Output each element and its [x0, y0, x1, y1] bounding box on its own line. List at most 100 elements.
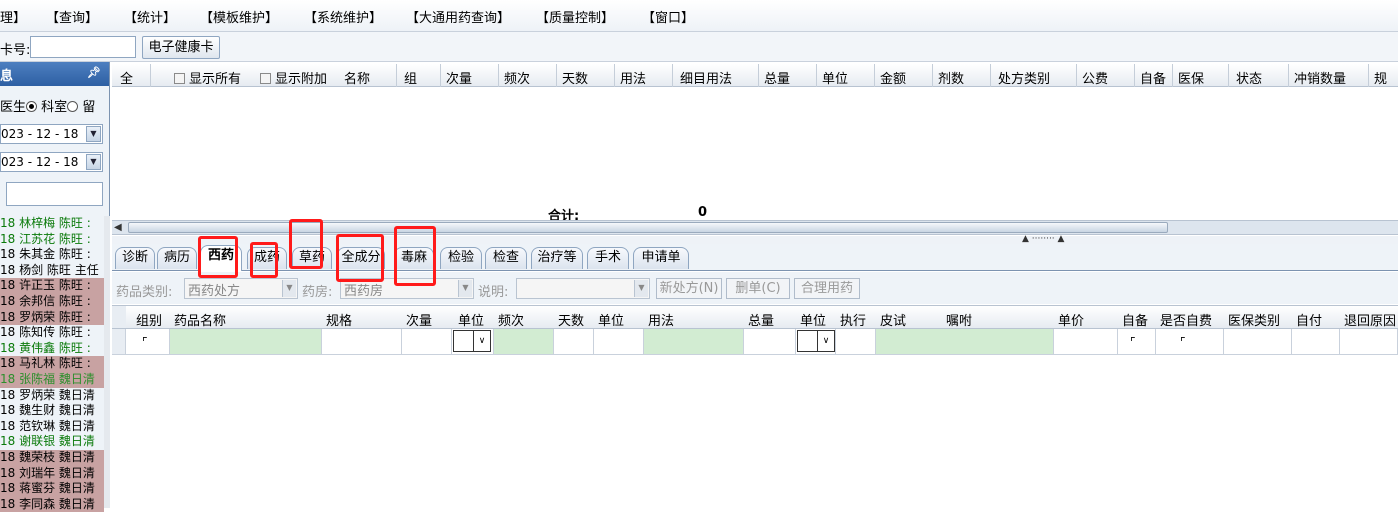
note-select[interactable]: ▼: [516, 278, 650, 299]
health-card-button[interactable]: 电子健康卡: [142, 36, 220, 59]
cell-dose[interactable]: [402, 329, 452, 354]
self-pay-checkbox[interactable]: ⌜: [1180, 335, 1186, 349]
show-extra-checkbox[interactable]: [260, 73, 271, 84]
list-item[interactable]: 18 马礼林 陈旺 :: [0, 356, 104, 372]
list-item[interactable]: 18 余邦信 陈旺 :: [0, 293, 104, 310]
list-item[interactable]: 18 范钦琳 魏日清: [0, 419, 104, 435]
patient-panel: 息 📌︎ 医生 科室 留 023 - 12 - 18 ▼ 023 - 12 - …: [0, 62, 110, 512]
col-insurance: 医保: [1178, 72, 1205, 87]
total-unit-dropdown[interactable]: ∨: [797, 330, 835, 352]
radio-doctor[interactable]: [26, 101, 38, 112]
end-date-picker[interactable]: 023 - 12 - 18 ▼: [0, 152, 103, 172]
chevron-down-icon[interactable]: ▼: [86, 154, 101, 170]
col-return-reason: 退回原因: [1344, 314, 1397, 329]
patient-list-scrollbar[interactable]: [104, 216, 110, 508]
list-item[interactable]: 18 张陈福 魏日清: [0, 371, 104, 388]
col-frequency: 频次: [504, 72, 531, 87]
self-provided-checkbox[interactable]: ⌜: [1130, 335, 1136, 349]
menu-system-maintenance[interactable]: 【系统维护】: [304, 7, 382, 26]
list-item[interactable]: 18 林梓梅 陈旺 :: [0, 216, 104, 232]
menu-query[interactable]: 【查询】: [46, 7, 98, 26]
list-item[interactable]: 18 魏生财 魏日清: [0, 403, 104, 419]
menu-drug-query[interactable]: 【大通用药查询】: [406, 7, 510, 26]
chevron-down-icon[interactable]: ▼: [634, 280, 648, 297]
cell-frequency[interactable]: [494, 329, 554, 354]
delete-prescription-button[interactable]: 删单(C): [726, 278, 790, 299]
cell-dose-unit[interactable]: ∨: [452, 329, 494, 354]
show-extra-toggle[interactable]: 显示附加: [260, 68, 327, 87]
menu-window[interactable]: 【窗口】: [642, 7, 694, 26]
col-select-all[interactable]: 全: [120, 68, 133, 87]
start-date-picker[interactable]: 023 - 12 - 18 ▼: [0, 124, 103, 144]
tab-medical-record[interactable]: 病历: [157, 247, 197, 269]
new-prescription-button[interactable]: 新处方(N): [656, 278, 722, 299]
chevron-down-icon[interactable]: ▼: [282, 280, 296, 297]
patient-search-input[interactable]: [6, 182, 103, 206]
scroll-left-icon[interactable]: ◀: [114, 222, 122, 233]
list-item[interactable]: 18 谢联银 魏日清: [0, 434, 104, 450]
radio-dept[interactable]: [67, 101, 79, 112]
list-item[interactable]: 18 陈知传 陈旺 :: [0, 325, 104, 341]
menu-template-maintenance[interactable]: 【模板维护】: [200, 7, 278, 26]
col-group: 组: [404, 72, 418, 87]
dose-unit-dropdown[interactable]: ∨: [453, 330, 491, 352]
cell-self-pay[interactable]: ⌜: [1156, 329, 1224, 354]
list-item[interactable]: 18 魏荣枝 魏日清: [0, 449, 104, 466]
annotation-box-patent-medicine: [250, 242, 278, 278]
scrollbar-thumb[interactable]: [128, 222, 1168, 233]
col-spec: 规: [1374, 72, 1388, 87]
list-item[interactable]: 18 朱其金 陈旺 :: [0, 247, 104, 263]
col-days: 天数: [558, 314, 585, 329]
chevron-down-icon[interactable]: ▼: [86, 126, 101, 142]
tab-surgery[interactable]: 手术: [587, 247, 629, 269]
menu-statistics[interactable]: 【统计】: [124, 7, 176, 26]
cell-return-reason: [1340, 329, 1398, 354]
chevron-down-icon[interactable]: ▼: [458, 280, 472, 297]
radio-doctor-label: 医生: [0, 100, 27, 115]
drug-category-select[interactable]: 西药处方 ▼: [184, 278, 298, 299]
cell-skin-test-instructions[interactable]: [876, 329, 1054, 354]
radio-dept-label: 科室: [41, 100, 68, 115]
splitter-grip-icon[interactable]: ▲ ········ ▲: [1022, 234, 1064, 244]
list-item[interactable]: 18 许正玉 陈旺 :: [0, 278, 104, 294]
show-all-checkbox[interactable]: [174, 73, 185, 84]
cell-days[interactable]: [554, 329, 594, 354]
cell-drug-name[interactable]: [170, 329, 322, 354]
col-total: 总量: [764, 72, 791, 87]
chevron-down-icon[interactable]: ∨: [473, 331, 490, 351]
list-item[interactable]: 18 杨剑 陈旺 主任: [0, 263, 104, 279]
list-item[interactable]: 18 蒋蜜芬 魏日清: [0, 481, 104, 497]
tab-examination[interactable]: 检查: [485, 247, 527, 269]
card-number-input[interactable]: [30, 36, 136, 58]
col-amount: 金额: [880, 72, 907, 87]
show-all-toggle[interactable]: 显示所有: [174, 68, 241, 87]
rational-drug-use-button[interactable]: 合理用药: [794, 278, 860, 299]
col-execute: 执行: [840, 314, 867, 329]
cell-self-provided[interactable]: ⌜: [1118, 329, 1156, 354]
pin-icon[interactable]: 📌︎: [87, 66, 101, 79]
tab-treatment[interactable]: 治疗等: [531, 247, 583, 269]
menu-quality-control[interactable]: 【质量控制】: [536, 7, 614, 26]
cell-total-unit[interactable]: ∨: [796, 329, 836, 354]
list-item[interactable]: 18 刘瑞年 魏日清: [0, 465, 104, 482]
list-item[interactable]: 18 李同森 魏日清: [0, 496, 104, 512]
prescription-summary-header: 全 显示所有 显示附加 名称 组 次量 频次 天数 用法 细目用法 总量 单位 …: [112, 64, 1398, 87]
menu-manage[interactable]: 理】: [0, 7, 26, 26]
group-checkbox[interactable]: ⌜: [142, 335, 148, 349]
list-item[interactable]: 18 罗炳荣 陈旺 :: [0, 309, 104, 326]
tab-lab-test[interactable]: 检验: [440, 247, 482, 269]
list-item[interactable]: 18 黄伟鑫 陈旺 :: [0, 341, 104, 357]
patient-list: 18 林梓梅 陈旺 :18 江苏花 陈旺 :18 朱其金 陈旺 :18 杨剑 陈…: [0, 216, 104, 512]
cell-total[interactable]: [744, 329, 796, 354]
cell-group[interactable]: ⌜: [126, 329, 170, 354]
cell-execute[interactable]: [836, 329, 876, 354]
tab-diagnosis[interactable]: 诊断: [115, 247, 155, 269]
list-item[interactable]: 18 罗炳荣 魏日清: [0, 388, 104, 404]
chevron-down-icon[interactable]: ∨: [817, 331, 834, 351]
tab-request-form[interactable]: 申请单: [633, 247, 689, 269]
col-instructions: 嘱咐: [946, 314, 973, 329]
note-label: 说明:: [478, 285, 509, 300]
list-item[interactable]: 18 江苏花 陈旺 :: [0, 232, 104, 248]
prescription-detail-header: 组别 药品名称 规格 次量 单位 频次 天数 单位 用法 总量 单位 执行 皮试…: [112, 305, 1398, 329]
cell-usage[interactable]: [644, 329, 744, 354]
